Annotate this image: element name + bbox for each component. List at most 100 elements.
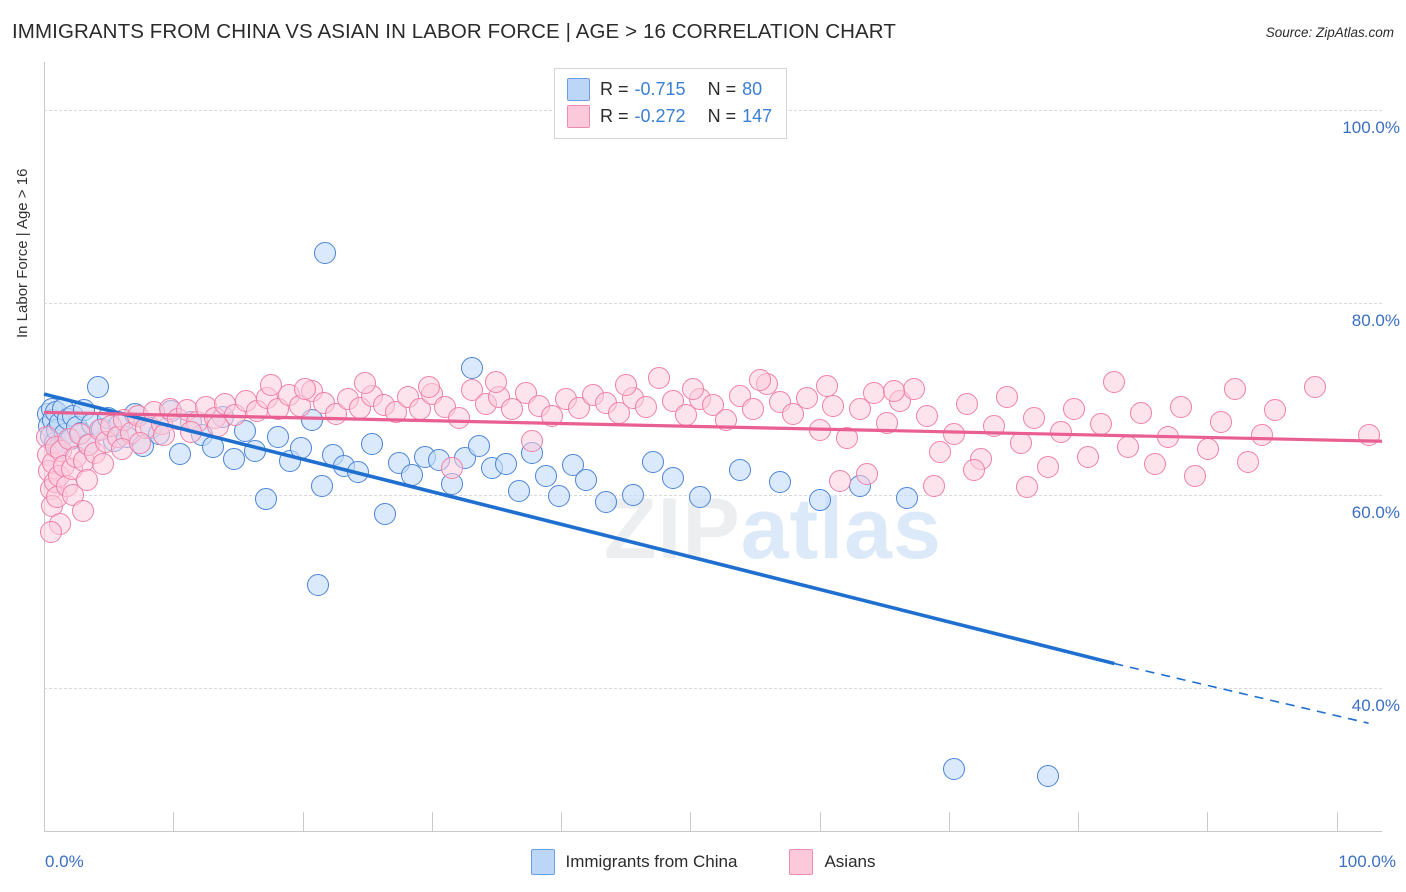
stats-n-label-0: N = bbox=[707, 79, 737, 99]
stats-swatch-pink bbox=[567, 105, 590, 128]
scatter-point bbox=[293, 378, 316, 401]
scatter-point bbox=[1063, 397, 1086, 420]
scatter-point bbox=[1170, 395, 1193, 418]
scatter-point bbox=[635, 395, 658, 418]
scatter-point bbox=[862, 382, 885, 405]
scatter-point bbox=[835, 427, 858, 450]
stats-n-label-1: N = bbox=[707, 106, 737, 126]
legend-item-immigrants-from-china[interactable]: Immigrants from China bbox=[530, 849, 738, 875]
scatter-point bbox=[942, 758, 965, 781]
scatter-point bbox=[996, 385, 1019, 408]
y-axis-title: In Labor Force | Age > 16 bbox=[14, 168, 31, 338]
stats-r-label-0: R = bbox=[600, 79, 629, 99]
scatter-point bbox=[447, 407, 470, 430]
scatter-point bbox=[896, 487, 918, 509]
scatter-point bbox=[1116, 436, 1139, 458]
source-attribution: Source: ZipAtlas.com bbox=[1265, 25, 1394, 40]
scatter-point bbox=[485, 370, 508, 393]
x-tick-7 bbox=[948, 812, 950, 832]
stats-row-immigrants-from-china: R = -0.715 N = 80 bbox=[567, 76, 772, 103]
scatter-point bbox=[169, 442, 192, 465]
scatter-point bbox=[648, 366, 671, 389]
stats-swatch-blue bbox=[567, 78, 590, 101]
scatter-point bbox=[594, 490, 617, 513]
scatter-point bbox=[461, 357, 484, 380]
scatter-point bbox=[311, 474, 334, 497]
scatter-point bbox=[982, 414, 1005, 437]
scatter-point bbox=[809, 418, 832, 441]
scatter-point bbox=[40, 520, 63, 543]
scatter-point bbox=[715, 409, 738, 432]
scatter-point bbox=[742, 397, 765, 420]
correlation-chart: IMMIGRANTS FROM CHINA VS ASIAN IN LABOR … bbox=[0, 0, 1406, 892]
scatter-point bbox=[768, 470, 791, 493]
scatter-point bbox=[621, 484, 644, 507]
scatter-point bbox=[574, 468, 597, 491]
stats-r-value-1: -0.272 bbox=[634, 106, 686, 126]
scatter-point bbox=[360, 433, 383, 456]
x-tick-1 bbox=[173, 812, 175, 832]
scatter-point bbox=[962, 459, 985, 482]
scatter-point bbox=[1250, 424, 1273, 447]
scatter-point bbox=[688, 486, 711, 509]
correlation-stats-legend: R = -0.715 N = 80 R = -0.272 N = 147 bbox=[554, 68, 788, 139]
scatter-point bbox=[153, 424, 176, 447]
scatter-point bbox=[1156, 426, 1179, 449]
scatter-point bbox=[902, 378, 925, 401]
scatter-point bbox=[1210, 410, 1233, 433]
scatter-point bbox=[86, 376, 109, 399]
scatter-point bbox=[507, 480, 530, 503]
scatter-point bbox=[1130, 402, 1153, 425]
scatter-point bbox=[1304, 376, 1327, 399]
scatter-point bbox=[875, 411, 898, 434]
scatter-point bbox=[1036, 765, 1059, 788]
y-tick-label-2: 60.0% bbox=[1351, 503, 1400, 523]
legend-item-asians[interactable]: Asians bbox=[789, 849, 875, 875]
x-axis-line bbox=[44, 831, 1382, 832]
scatter-point bbox=[641, 451, 664, 474]
stats-r-value-0: -0.715 bbox=[634, 79, 686, 99]
scatter-point bbox=[201, 436, 224, 458]
scatter-point bbox=[267, 426, 290, 449]
scatter-point bbox=[1357, 424, 1380, 447]
scatter-point bbox=[1076, 445, 1099, 468]
legend-label-0: Immigrants from China bbox=[565, 852, 738, 871]
series-legend: Immigrants from China Asians bbox=[0, 849, 1406, 875]
y-tick-label-0: 100.0% bbox=[1342, 118, 1400, 138]
trendline-blue-extrapolated bbox=[1114, 662, 1369, 725]
scatter-point bbox=[929, 440, 952, 463]
x-tick-3 bbox=[431, 812, 433, 832]
y-tick-label-1: 80.0% bbox=[1351, 310, 1400, 330]
scatter-point bbox=[922, 474, 945, 497]
scatter-point bbox=[347, 461, 370, 484]
scatter-point bbox=[1183, 464, 1206, 487]
scatter-point bbox=[1237, 451, 1260, 474]
scatter-point bbox=[661, 466, 684, 489]
x-tick-5 bbox=[690, 812, 692, 832]
scatter-point bbox=[307, 573, 330, 596]
scatter-point bbox=[956, 392, 979, 415]
stats-r-label-1: R = bbox=[600, 106, 629, 126]
scatter-point bbox=[467, 435, 490, 458]
scatter-point bbox=[815, 375, 838, 398]
scatter-point bbox=[942, 423, 965, 446]
scatter-point bbox=[1023, 407, 1046, 430]
scatter-point bbox=[728, 459, 751, 482]
scatter-point bbox=[71, 499, 94, 522]
x-tick-8 bbox=[1078, 812, 1080, 832]
scatter-point bbox=[1197, 437, 1220, 460]
scatter-point bbox=[1049, 420, 1072, 443]
gridline-80 bbox=[44, 302, 1382, 304]
x-tick-2 bbox=[302, 812, 304, 832]
gridline-60 bbox=[44, 495, 1382, 497]
scatter-point bbox=[494, 453, 517, 476]
scatter-point bbox=[206, 414, 229, 437]
scatter-point bbox=[1090, 412, 1113, 435]
scatter-point bbox=[1103, 370, 1126, 393]
scatter-point bbox=[400, 463, 423, 486]
scatter-point bbox=[882, 380, 905, 403]
scatter-point bbox=[1036, 456, 1059, 479]
scatter-point bbox=[916, 405, 939, 428]
legend-swatch-blue bbox=[530, 849, 555, 875]
stats-row-asians: R = -0.272 N = 147 bbox=[567, 103, 772, 130]
